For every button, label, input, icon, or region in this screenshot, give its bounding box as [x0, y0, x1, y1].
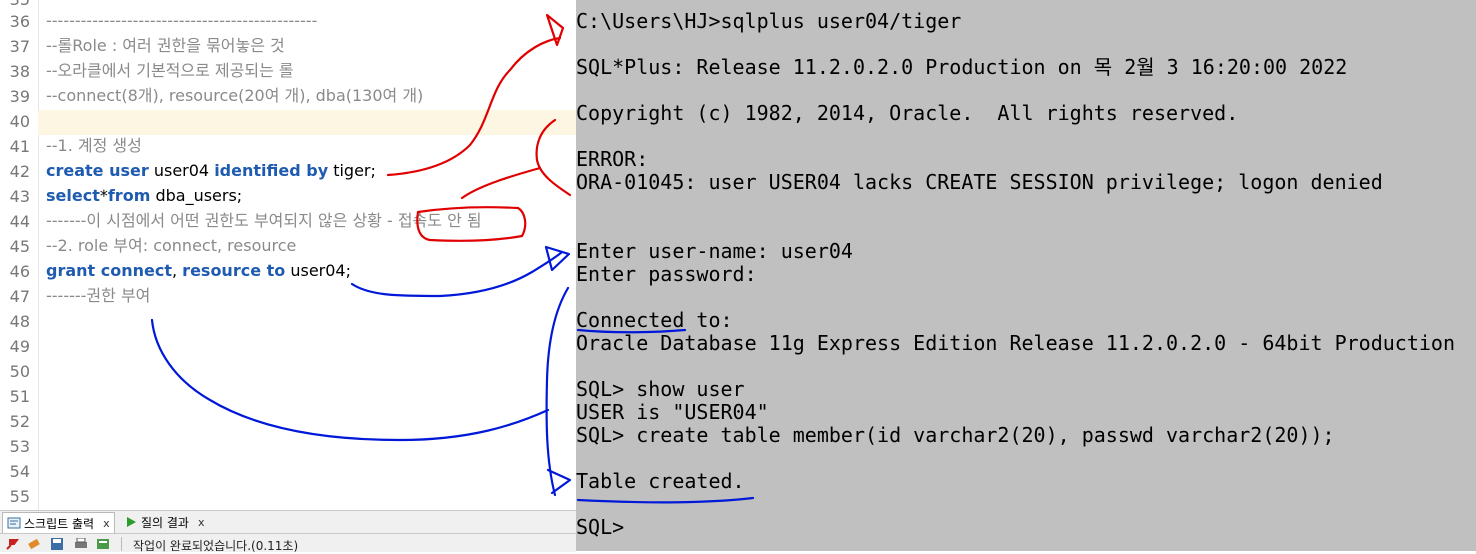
code-line-comment[interactable]: ----------------------------------------… [46, 10, 317, 32]
eraser-icon[interactable] [27, 538, 41, 550]
line-number: 39 [9, 87, 30, 106]
sql-text: user04; [285, 261, 351, 280]
line-number: 42 [9, 162, 30, 181]
line-number: 38 [9, 62, 30, 81]
code-line-create-user[interactable]: create user user04 identified by tiger; [46, 160, 376, 182]
pin-icon[interactable] [5, 538, 19, 550]
export-icon[interactable] [96, 538, 110, 550]
console-line: Connected to: [576, 308, 733, 332]
sql-text: user04 [148, 161, 215, 180]
save-icon[interactable] [50, 538, 64, 550]
sql-keyword: grant connect [46, 261, 172, 280]
line-number: 48 [9, 312, 30, 331]
tab-query-result[interactable]: 질의 결과 x [120, 512, 209, 532]
sqlplus-console[interactable]: C:\Users\HJ>sqlplus user04/tiger SQL*Plu… [576, 0, 1476, 551]
print-icon[interactable] [74, 538, 88, 550]
line-number: 52 [9, 412, 30, 431]
line-number: 45 [9, 237, 30, 256]
output-panel: 스크립트 출력 x 질의 결과 x 작업이 완료되었습니다.(0.11초) [0, 510, 576, 553]
line-number: 50 [9, 362, 30, 381]
console-line: USER is "USER04" [576, 400, 769, 424]
line-number: 46 [9, 262, 30, 281]
console-line: ORA-01045: user USER04 lacks CREATE SESS… [576, 170, 1383, 194]
line-number: 49 [9, 337, 30, 356]
console-line: Table created. [576, 469, 745, 493]
sql-keyword: identified by [214, 161, 329, 180]
toolbar-separator [121, 537, 122, 551]
console-line: Enter user-name: user04 [576, 239, 853, 263]
code-line-comment[interactable]: --오라클에서 기본적으로 제공되는 롤 [46, 60, 294, 82]
sql-text: * [99, 186, 108, 205]
console-line: SQL> show user [576, 377, 745, 401]
code-line-select[interactable]: select*from dba_users; [46, 185, 242, 207]
line-number: 37 [9, 37, 30, 56]
console-line: Enter password: [576, 262, 757, 286]
console-line: Copyright (c) 1982, 2014, Oracle. All ri… [576, 101, 1239, 125]
sql-worksheet-editor[interactable]: 35 36 37 38 39 40 41 42 43 44 45 46 47 4… [0, 0, 576, 510]
run-query-icon [127, 517, 136, 527]
sql-text: dba_users; [150, 186, 243, 205]
line-number: 51 [9, 387, 30, 406]
line-number: 36 [9, 12, 30, 31]
line-number: 44 [9, 212, 30, 231]
tab-label: 질의 결과 [141, 515, 189, 530]
line-number: 47 [9, 287, 30, 306]
sql-keyword: from [107, 186, 151, 205]
code-line-comment[interactable]: --1. 계정 생성 [46, 135, 142, 157]
code-line-comment[interactable]: --connect(8개), resource(20여 개), dba(130여… [46, 85, 423, 107]
line-number: 40 [9, 112, 30, 131]
console-prompt: SQL> [576, 515, 625, 539]
line-number-gutter: 35 36 37 38 39 40 41 42 43 44 45 46 47 4… [0, 0, 39, 510]
line-number: 43 [9, 187, 30, 206]
output-tabs: 스크립트 출력 x 질의 결과 x [0, 511, 576, 534]
code-line-comment[interactable]: --롤Role : 여러 권한을 묶어놓은 것 [46, 35, 285, 57]
console-line: C:\Users\HJ>sqlplus user04/tiger [576, 9, 962, 33]
sql-text: tiger; [328, 161, 376, 180]
code-line-comment[interactable]: -------권한 부여 [46, 285, 150, 307]
sql-keyword: select [46, 186, 100, 205]
close-icon[interactable]: x [198, 516, 205, 529]
code-line-comment[interactable]: --2. role 부여: connect, resource [46, 235, 296, 257]
code-line-comment[interactable]: -------이 시점에서 어떤 권한도 부여되지 않은 상황 - 접속도 안 … [46, 210, 482, 232]
line-number: 53 [9, 437, 30, 456]
console-line: ERROR: [576, 147, 649, 171]
tab-script-output[interactable]: 스크립트 출력 x [2, 512, 115, 533]
status-message: 작업이 완료되었습니다.(0.11초) [133, 539, 299, 553]
close-icon[interactable]: x [103, 517, 110, 530]
script-output-icon [7, 517, 21, 529]
tab-label: 스크립트 출력 [24, 516, 95, 531]
current-line-highlight [38, 110, 576, 135]
line-number: 55 [9, 487, 30, 506]
line-number: 41 [9, 137, 30, 156]
line-number: 54 [9, 462, 30, 481]
sql-text: , [172, 261, 183, 280]
sql-keyword: resource to [182, 261, 286, 280]
sql-keyword: create user [46, 161, 149, 180]
code-line-grant[interactable]: grant connect, resource to user04; [46, 260, 351, 282]
console-line: SQL> create table member(id varchar2(20)… [576, 423, 1335, 447]
line-number: 35 [0, 0, 30, 9]
console-line: Oracle Database 11g Express Edition Rele… [576, 331, 1455, 355]
console-line: SQL*Plus: Release 11.2.0.2.0 Production … [576, 55, 1348, 79]
